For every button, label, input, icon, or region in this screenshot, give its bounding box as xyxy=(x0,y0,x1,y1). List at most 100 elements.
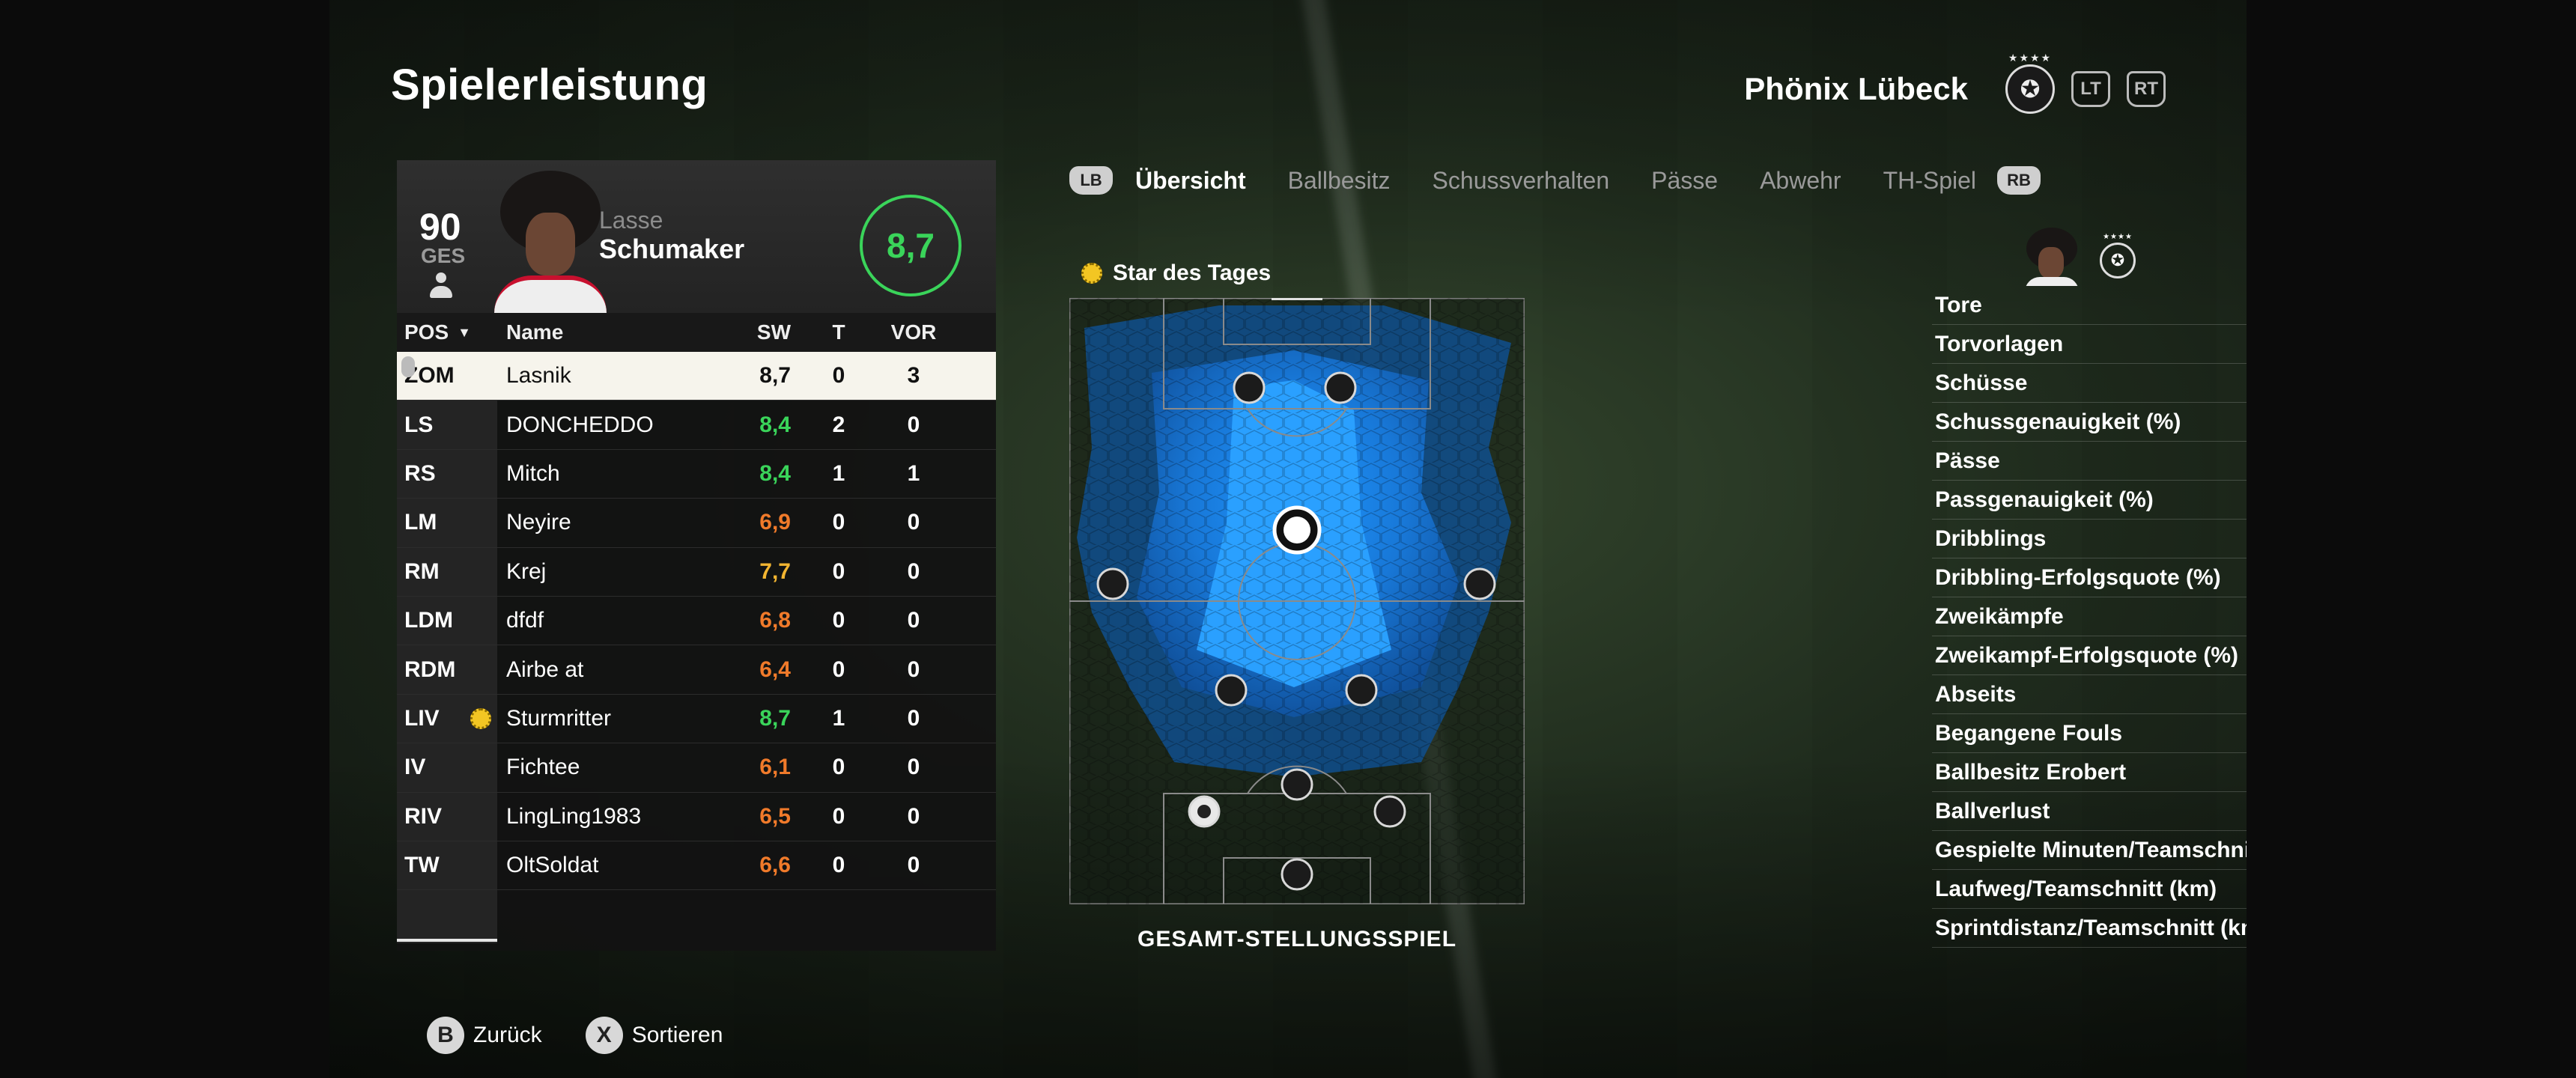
row-name: Airbe at xyxy=(497,657,729,683)
row-name: DONCHEDDO xyxy=(497,412,729,438)
tab-item[interactable]: TH-Spiel xyxy=(1883,167,1976,195)
star-of-day-icon xyxy=(470,707,491,729)
row-goals: 0 xyxy=(832,510,845,535)
stat-row: Abseits00 xyxy=(1932,675,2247,714)
stat-row: Ballverlust1034 xyxy=(1932,792,2247,831)
stat-row: Passgenauigkeit (%)5875 xyxy=(1932,481,2247,520)
position-dot-ldm xyxy=(1215,674,1248,707)
position-dot-rm xyxy=(1463,567,1496,600)
stat-row: Tore04 xyxy=(1932,286,2247,325)
x-button-icon: X xyxy=(585,1017,623,1054)
table-row[interactable]: TW OltSoldat 6,6 0 0 xyxy=(397,841,996,891)
row-assists: 0 xyxy=(907,755,920,780)
row-assists: 0 xyxy=(907,558,920,584)
row-goals: 2 xyxy=(832,412,845,437)
stat-label: Dribblings xyxy=(1935,526,2047,551)
row-assists: 0 xyxy=(907,705,920,731)
row-goals: 0 xyxy=(832,363,845,389)
table-row[interactable]: LM Neyire 6,9 0 0 xyxy=(397,499,996,548)
back-label: Zurück xyxy=(473,1023,542,1047)
row-name-text: LingLing1983 xyxy=(506,803,642,829)
table-row[interactable]: IV Fichtee 6,1 0 0 xyxy=(397,743,996,793)
row-name: Mitch xyxy=(497,461,729,487)
row-name-text: Neyire xyxy=(506,510,571,535)
page-title: Spielerleistung xyxy=(391,61,708,109)
club-crest-icon: ★★★★ ✪ xyxy=(2005,52,2055,114)
stats-tabs: LB Übersicht Ballbesitz Schussverhalten Päs… xyxy=(1069,166,2041,195)
stat-row: Laufweg/Teamschnitt (km)16,713,8 xyxy=(1932,870,2247,909)
player-overall: 90 xyxy=(419,206,461,248)
sort-hint[interactable]: X Sortieren xyxy=(585,1017,723,1054)
selection-marker xyxy=(401,356,415,377)
position-dot-rs xyxy=(1324,371,1357,404)
sort-down-icon: ▼ xyxy=(458,324,471,340)
tab-item[interactable]: Schussverhalten xyxy=(1433,167,1610,195)
tab-item[interactable]: Übersicht xyxy=(1135,167,1246,195)
star-of-day-icon xyxy=(1081,263,1102,284)
player-mini-portrait xyxy=(2022,228,2082,286)
stat-label: Passgenauigkeit (%) xyxy=(1935,487,2154,512)
pitch-svg xyxy=(1068,296,1526,906)
header-sw[interactable]: SW xyxy=(729,320,801,344)
stat-row: Ballbesitz Erobert127 xyxy=(1932,753,2247,792)
star-of-day-label: Star des Tages xyxy=(1113,261,1272,285)
stat-row: Schüsse07 xyxy=(1932,364,2247,403)
stat-label: Abseits xyxy=(1935,681,2017,707)
table-row[interactable]: LDM dfdf 6,8 0 0 xyxy=(397,597,996,646)
header-name[interactable]: Name xyxy=(497,320,729,344)
b-button-icon: B xyxy=(427,1017,464,1054)
row-name: LingLing1983 xyxy=(497,804,729,829)
tab-item[interactable]: Abwehr xyxy=(1760,167,1841,195)
header-pos-label: POS xyxy=(404,320,449,344)
lb-bumper-button[interactable]: LB xyxy=(1069,166,1113,195)
rb-bumper-button[interactable]: RB xyxy=(1997,166,2041,195)
row-pos: RM xyxy=(404,558,440,584)
row-assists: 0 xyxy=(907,853,920,878)
table-row[interactable]: RM Krej 7,7 0 0 xyxy=(397,548,996,597)
stat-label: Ballbesitz Erobert xyxy=(1935,759,2127,785)
table-row[interactable]: ZOM Lasnik 8,7 0 3 xyxy=(397,352,996,401)
row-pos: LS xyxy=(404,412,434,437)
stat-row: Dribblings2196 xyxy=(1932,520,2247,558)
tab-item[interactable]: Pässe xyxy=(1651,167,1718,195)
position-dot-tw xyxy=(1281,858,1313,891)
row-assists: 0 xyxy=(907,803,920,829)
row-goals: 0 xyxy=(832,853,845,878)
row-assists: 0 xyxy=(907,657,920,682)
row-pos: RS xyxy=(404,460,436,486)
team-crest-icon: ★★★★ ✪ xyxy=(2100,233,2136,278)
table-header: POS ▼ Name SW T VOR xyxy=(397,313,996,352)
star-of-day: Star des Tages xyxy=(1081,261,1271,286)
table-row[interactable]: RS Mitch 8,4 1 1 xyxy=(397,450,996,499)
stat-label: Schussgenauigkeit (%) xyxy=(1935,409,2181,434)
row-assists: 3 xyxy=(907,363,920,389)
sort-label: Sortieren xyxy=(631,1023,723,1047)
stat-label: Sprintdistanz/Teamschnitt (km) xyxy=(1935,915,2247,940)
row-name: Sturmritter xyxy=(470,706,729,731)
row-rating: 6,4 xyxy=(759,657,791,682)
table-row[interactable]: LS DONCHEDDO 8,4 2 0 xyxy=(397,401,996,450)
table-row[interactable]: RDM Airbe at 6,4 0 0 xyxy=(397,645,996,695)
stats-list: Tore04Torvorlagen34Schüsse07 Schussgenaui… xyxy=(1932,286,2247,948)
stat-row: Gespielte Minuten/Teamschnitt9292 xyxy=(1932,831,2247,870)
header-vor[interactable]: VOR xyxy=(876,320,951,344)
header-pos[interactable]: POS ▼ xyxy=(397,320,497,344)
header-t[interactable]: T xyxy=(801,320,876,344)
table-row[interactable]: LIV Sturmritter 8,7 1 0 xyxy=(397,695,996,744)
rt-trigger-button[interactable]: RT xyxy=(2127,71,2166,107)
back-hint[interactable]: B Zurück xyxy=(427,1017,542,1054)
row-name-text: Krej xyxy=(506,558,547,584)
stat-label: Pässe xyxy=(1935,448,2000,473)
position-dot-liv xyxy=(1281,768,1313,801)
table-row[interactable]: RIV LingLing1983 6,5 0 0 xyxy=(397,793,996,841)
stat-label: Ballverlust xyxy=(1935,798,2050,823)
row-name: Fichtee xyxy=(497,755,729,780)
row-rating: 6,6 xyxy=(759,853,791,878)
stat-label: Zweikämpfe xyxy=(1935,603,2064,629)
row-goals: 1 xyxy=(832,460,845,486)
stat-label: Gespielte Minuten/Teamschnitt xyxy=(1935,837,2247,862)
row-pos: RDM xyxy=(404,657,456,682)
lt-trigger-button[interactable]: LT xyxy=(2071,71,2110,107)
tab-item[interactable]: Ballbesitz xyxy=(1288,167,1391,195)
stat-row: Torvorlagen34 xyxy=(1932,325,2247,364)
